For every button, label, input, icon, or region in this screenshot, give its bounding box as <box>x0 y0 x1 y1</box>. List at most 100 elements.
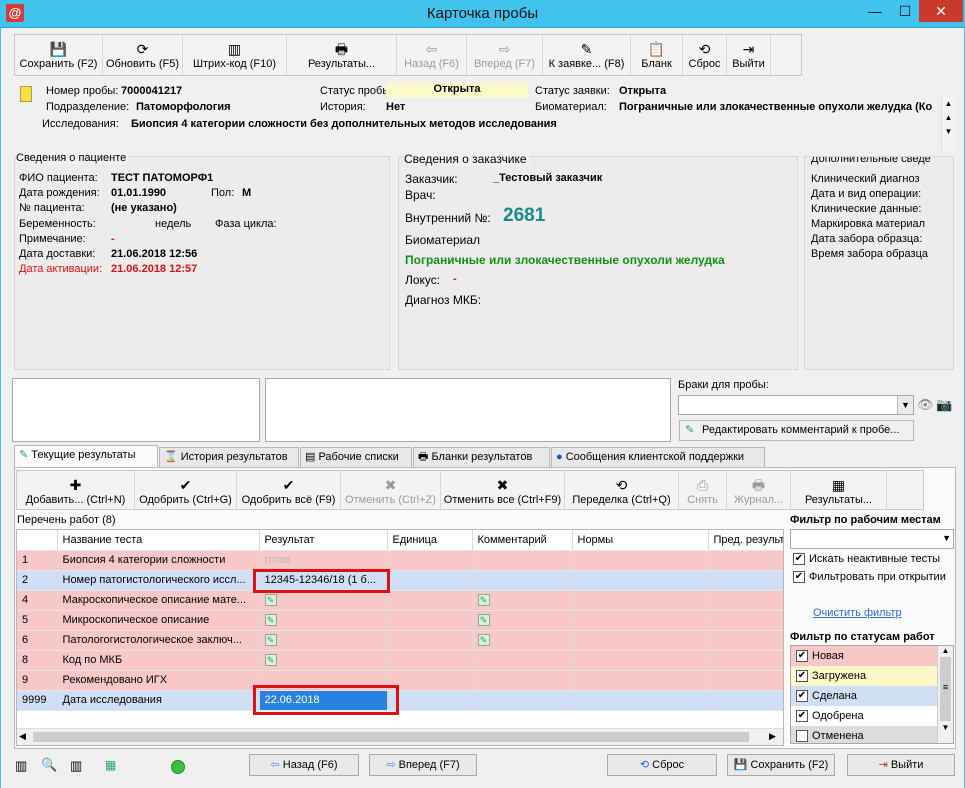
chevron-left-icon[interactable]: ◀ <box>19 731 26 742</box>
norms-cell[interactable] <box>572 570 709 591</box>
reset-button[interactable]: ⟲ Сброс <box>683 35 727 75</box>
pencil-icon[interactable]: ✎ <box>264 594 277 606</box>
scroll-thumb[interactable]: ≡ <box>940 657 951 721</box>
remove-button[interactable]: ⎙ Снять <box>679 471 727 511</box>
status-filter-item[interactable]: Отменена <box>791 726 937 743</box>
result-cell[interactable]: ✎ <box>259 610 388 631</box>
result-cell[interactable]: готов <box>259 550 388 571</box>
results2-button[interactable]: ▦ Результаты... <box>791 471 887 511</box>
exit-button[interactable]: ⇥ Выйти <box>727 35 771 75</box>
refresh-button[interactable]: ⟳ Обновить (F5) <box>103 35 183 75</box>
bottom-back-button[interactable]: ⇦ Назад (F6) <box>249 754 359 776</box>
unit-cell[interactable] <box>387 630 473 651</box>
norms-cell[interactable] <box>572 610 709 631</box>
unit-cell[interactable] <box>387 690 473 711</box>
unit-cell[interactable] <box>387 650 473 671</box>
chevron-up-icon[interactable]: ▲ <box>938 646 953 655</box>
unit-cell[interactable] <box>387 570 473 591</box>
unit-cell[interactable] <box>387 550 473 571</box>
tab-results-history[interactable]: ⌛ История результатов <box>159 447 299 467</box>
comment-cell[interactable] <box>472 690 573 711</box>
status-filter-item[interactable]: ✔ Новая <box>791 646 937 666</box>
cancel-all-button[interactable]: ✖ Отменить все (Ctrl+F9) <box>441 471 565 511</box>
edit-comment-button[interactable]: ✎ Редактировать комментарий к пробе... <box>679 420 914 441</box>
table-row[interactable]: 8 Код по МКБ ✎ <box>17 650 783 671</box>
status-scrollbar[interactable]: ▲ ≡ ▼ <box>937 646 953 743</box>
comment-cell[interactable] <box>472 570 573 591</box>
prev-result-cell[interactable] <box>708 670 783 691</box>
barcode-icon[interactable]: ▥ <box>15 758 27 774</box>
comment-cell[interactable] <box>472 550 573 571</box>
maximize-button[interactable]: ☐ <box>889 0 921 22</box>
result-cell[interactable]: ✎ <box>259 590 388 611</box>
journal-button[interactable]: 🖶 Журнал... <box>727 471 791 511</box>
header-scrollbar[interactable]: ▲ ▲ ▼ <box>941 97 955 151</box>
result-cell[interactable]: ✎ <box>259 630 388 651</box>
norms-cell[interactable] <box>572 590 709 611</box>
table-row[interactable]: 5 Микроскопическое описание ✎ ✎ <box>17 610 783 631</box>
pencil-icon[interactable]: ✎ <box>264 654 277 666</box>
pencil-icon[interactable]: ✎ <box>477 634 490 646</box>
comment-cell[interactable]: ✎ <box>472 630 573 651</box>
inactive-tests-checkbox[interactable]: ✔ Искать неактивные тесты <box>793 553 940 566</box>
back-button[interactable]: ⇦ Назад (F6) <box>397 35 467 75</box>
chevron-down-icon[interactable]: ▼ <box>942 533 951 543</box>
unit-cell[interactable] <box>387 670 473 691</box>
tab-worklists[interactable]: ▤ Рабочие списки <box>300 447 412 467</box>
table-row[interactable]: 9999 Дата исследования 22.06.2018 <box>17 690 783 711</box>
checkbox[interactable]: ✔ <box>796 690 808 703</box>
checkbox[interactable]: ✔ <box>793 571 805 584</box>
unit-cell[interactable] <box>387 610 473 631</box>
status-filter-item[interactable]: ✔ Загружена <box>791 666 937 686</box>
prev-result-cell[interactable] <box>708 690 783 711</box>
chevron-down-icon[interactable]: ▼ <box>938 723 953 732</box>
checkbox[interactable]: ✔ <box>796 650 808 663</box>
scroll-thumb[interactable] <box>33 732 749 742</box>
norms-cell[interactable] <box>572 650 709 671</box>
prev-result-cell[interactable] <box>708 610 783 631</box>
comment-cell[interactable] <box>472 670 573 691</box>
approve-button[interactable]: ✔ Одобрить (Ctrl+G) <box>135 471 237 511</box>
tab-support-messages[interactable]: ● Сообщения клиентской поддержки <box>551 447 765 467</box>
chevron-down-icon[interactable]: ▼ <box>897 396 913 414</box>
comment-box-left[interactable] <box>12 378 260 442</box>
comment-cell[interactable] <box>472 650 573 671</box>
pencil-icon[interactable]: ✎ <box>477 614 490 626</box>
grid-horizontal-scrollbar[interactable]: ◀ ▶ <box>17 728 783 745</box>
column-header[interactable]: Единица <box>387 530 473 551</box>
column-header[interactable]: Пред. результ <box>708 530 783 551</box>
clear-filter-link[interactable]: Очистить фильтр <box>813 607 902 619</box>
barcode-button[interactable]: ▥ Штрих-код (F10) <box>183 35 287 75</box>
column-header[interactable]: Нормы <box>572 530 709 551</box>
to-order-button[interactable]: ✎ К заявке... (F8) <box>543 35 631 75</box>
bottom-reset-button[interactable]: ⟲ Сброс <box>607 754 717 776</box>
bottom-exit-button[interactable]: ⇥ Выйти <box>847 754 955 776</box>
column-header[interactable]: Результат <box>259 530 388 551</box>
status-filter-item[interactable]: ✔ Сделана <box>791 686 937 706</box>
prev-result-cell[interactable] <box>708 570 783 591</box>
comment-cell[interactable]: ✎ <box>472 590 573 611</box>
checkbox[interactable]: ✔ <box>793 553 805 566</box>
result-cell[interactable]: ✎ <box>259 650 388 671</box>
search-icon[interactable]: 🔍 <box>41 757 57 773</box>
approve-all-button[interactable]: ✔ Одобрить всё (F9) <box>237 471 341 511</box>
column-header[interactable]: Комментарий <box>472 530 573 551</box>
bottom-forward-button[interactable]: ⇨ Вперед (F7) <box>369 754 477 776</box>
eye-icon[interactable]: 👁 <box>917 397 934 413</box>
rework-button[interactable]: ⟲ Переделка (Ctrl+Q) <box>565 471 679 511</box>
scroll-up-icon[interactable]: ▲ <box>942 97 955 111</box>
prev-result-cell[interactable] <box>708 550 783 571</box>
checkbox[interactable]: ✔ <box>796 670 808 683</box>
status-filter-item[interactable]: ✔ Одобрена <box>791 706 937 726</box>
pencil-icon[interactable]: ✎ <box>477 594 490 606</box>
scroll-down-icon[interactable]: ▼ <box>942 125 955 139</box>
save-button[interactable]: 💾 Сохранить (F2) <box>15 35 103 75</box>
add-button[interactable]: ✚ Добавить... (Ctrl+N) <box>17 471 135 511</box>
pencil-icon[interactable]: ✎ <box>264 634 277 646</box>
prev-result-cell[interactable] <box>708 630 783 651</box>
table-row[interactable]: 6 Патологогистологическое заключ... ✎ ✎ <box>17 630 783 651</box>
column-header[interactable]: Название теста <box>57 530 260 551</box>
prev-result-cell[interactable] <box>708 650 783 671</box>
table-row[interactable]: 1 Биопсия 4 категории сложности готов <box>17 550 783 571</box>
comment-cell[interactable]: ✎ <box>472 610 573 631</box>
